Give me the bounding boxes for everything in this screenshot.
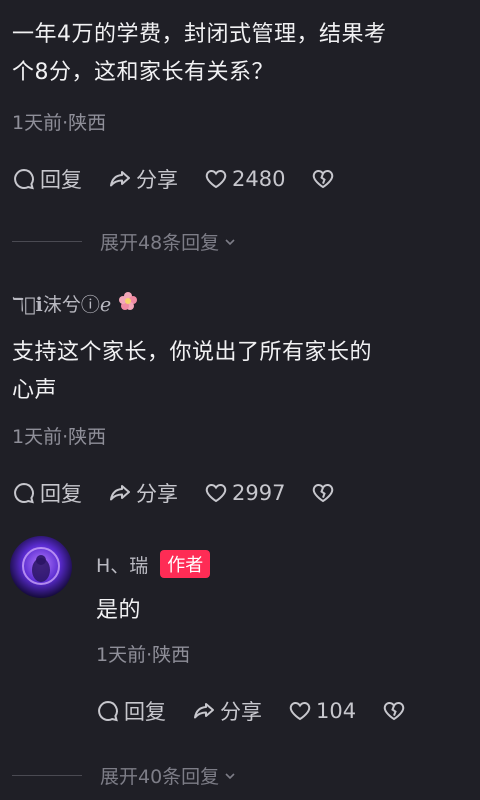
share-arrow-icon [110, 485, 130, 501]
username-text: H、瑞 [96, 554, 149, 577]
chat-bubble-icon [14, 482, 34, 504]
share-arrow-icon [110, 171, 130, 187]
broken-heart-icon [313, 169, 334, 189]
heart-icon [289, 701, 311, 721]
divider-line [12, 775, 82, 776]
divider-line [12, 241, 82, 242]
author-badge: 作者 [160, 550, 211, 578]
share-label: 分享 [220, 700, 262, 724]
share-label: 分享 [136, 482, 178, 506]
reply-username[interactable]: H、瑞 作者 [96, 550, 211, 578]
like-count: 2997 [232, 481, 286, 505]
broken-heart-icon [383, 701, 405, 721]
chat-bubble-icon [98, 700, 118, 722]
share-label: 分享 [136, 168, 178, 192]
dislike-button[interactable] [311, 167, 339, 191]
share-button[interactable]: 分享 [108, 478, 178, 508]
comment-meta: 1天前·陕西 [12, 426, 107, 448]
like-button[interactable]: 2997 [204, 481, 285, 505]
reply-button[interactable]: 回复 [96, 696, 166, 726]
like-button[interactable]: 2480 [204, 167, 285, 191]
comment-thread: 一年4万的学费，封闭式管理，结果考 个8分，这和家长有关系？ 1天前·陕西 回复… [0, 0, 480, 800]
chevron-down-icon [225, 772, 235, 779]
comment-text: 支持这个家长，你说出了所有家长的 心声 [12, 334, 372, 410]
like-button[interactable]: 104 [288, 699, 356, 723]
reply-label: 回复 [40, 482, 82, 506]
comment-actions: 回复 分享 2997 [12, 476, 339, 510]
broken-heart-icon [313, 483, 334, 503]
dislike-button[interactable] [311, 481, 339, 505]
reply-button[interactable]: 回复 [12, 164, 82, 194]
expand-replies-label: 展开40条回复 [100, 766, 220, 788]
comment-text-line: 心声 [12, 378, 58, 403]
expand-replies-label: 展开48条回复 [100, 232, 220, 254]
heart-icon [205, 483, 227, 503]
reply-text: 是的 [96, 598, 142, 623]
heart-icon [205, 169, 227, 189]
expand-replies-button[interactable]: 展开40条回复 [12, 762, 237, 789]
share-button[interactable]: 分享 [192, 696, 262, 726]
share-arrow-icon [194, 703, 214, 719]
like-count: 104 [316, 699, 357, 723]
comment-text: 一年4万的学费，封闭式管理，结果考 个8分，这和家长有关系？ [12, 16, 387, 92]
comment-actions: 回复 分享 2480 [12, 162, 339, 196]
reply-meta: 1天前·陕西 [96, 644, 191, 666]
share-button[interactable]: 分享 [108, 164, 178, 194]
comment-text-line: 一年4万的学费，封闭式管理，结果考 [12, 22, 387, 47]
reply-actions: 回复 分享 104 [96, 694, 410, 728]
reply-label: 回复 [124, 700, 166, 724]
comment-username[interactable]: ℸ᷊ℹ沫兮ⓘℯ [12, 290, 139, 317]
reply-label: 回复 [40, 168, 82, 192]
reply-button[interactable]: 回复 [12, 478, 82, 508]
chevron-down-icon [225, 238, 235, 245]
dislike-button[interactable] [382, 699, 410, 723]
comment-text-line: 支持这个家长，你说出了所有家长的 [12, 340, 373, 365]
like-count: 2480 [232, 167, 286, 191]
flower-emoji-icon [117, 290, 139, 317]
username-text: ℸ᷊ℹ沫兮ⓘℯ [12, 294, 112, 316]
comment-meta: 1天前·陕西 [12, 112, 107, 134]
avatar[interactable] [10, 536, 72, 598]
chat-bubble-icon [14, 168, 34, 190]
expand-replies-button[interactable]: 展开48条回复 [12, 228, 237, 255]
comment-text-line: 个8分，这和家长有关系？ [12, 60, 274, 85]
